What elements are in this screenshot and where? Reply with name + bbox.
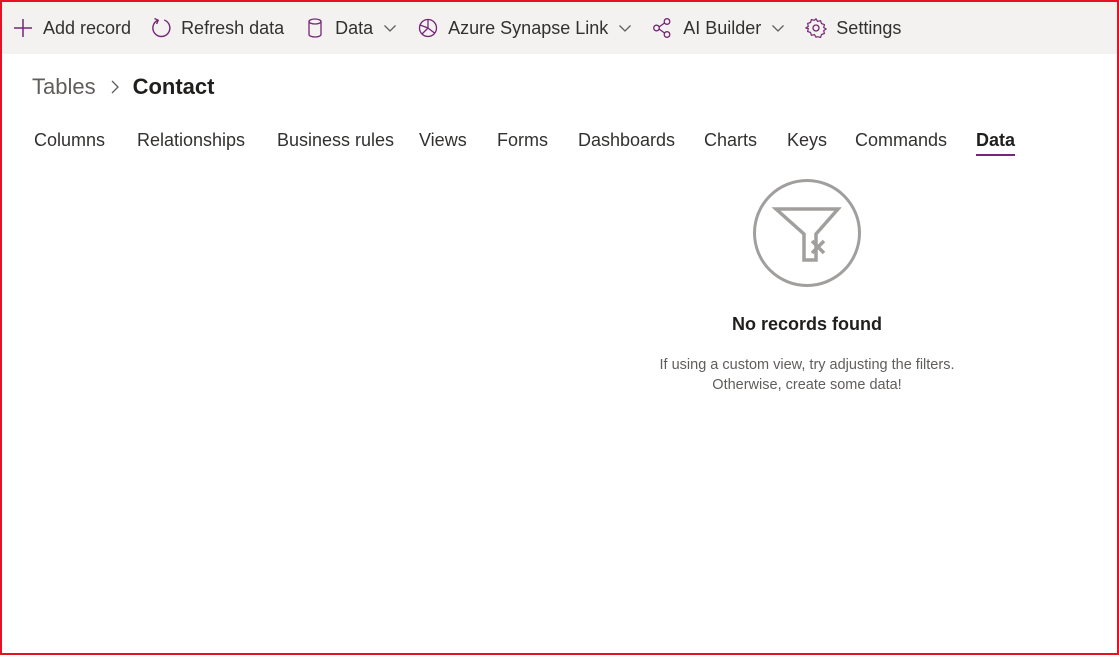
refresh-data-label: Refresh data [181, 17, 285, 38]
azure-synapse-link-label: Azure Synapse Link [448, 17, 609, 38]
data-menu-label: Data [335, 17, 374, 38]
database-icon [304, 17, 326, 39]
command-bar: Add record Refresh data Data Azure Synap… [2, 2, 1117, 54]
ai-builder-label: AI Builder [683, 17, 762, 38]
tab-dashboards[interactable]: Dashboards [578, 127, 675, 153]
tab-charts[interactable]: Charts [704, 127, 757, 153]
empty-state: No records found If using a custom view,… [607, 178, 1007, 395]
chevron-right-icon [109, 80, 121, 94]
add-record-label: Add record [43, 17, 132, 38]
empty-state-message: If using a custom view, try adjusting th… [607, 355, 1007, 395]
chevron-down-icon [383, 21, 397, 35]
tab-columns[interactable]: Columns [34, 127, 105, 153]
empty-state-line-2: Otherwise, create some data! [712, 377, 902, 393]
tab-views[interactable]: Views [419, 127, 467, 153]
active-tab-indicator [976, 154, 1016, 156]
tab-data[interactable]: Data [976, 127, 1016, 156]
page-title: Contact [132, 74, 215, 99]
tab-keys[interactable]: Keys [787, 127, 827, 153]
settings-button[interactable]: Settings [805, 2, 901, 54]
synapse-icon [417, 17, 439, 39]
tab-bar: Columns Relationships Business rules Vie… [0, 127, 1119, 161]
chevron-down-icon [771, 21, 785, 35]
ai-builder-icon [652, 17, 674, 39]
tab-relationships[interactable]: Relationships [137, 127, 245, 153]
tab-commands[interactable]: Commands [855, 127, 947, 153]
settings-label: Settings [836, 17, 902, 38]
tab-forms[interactable]: Forms [497, 127, 548, 153]
plus-icon [12, 17, 34, 39]
ai-builder-button[interactable]: AI Builder [652, 2, 785, 54]
breadcrumb-tables-link[interactable]: Tables [32, 74, 96, 100]
empty-state-title: No records found [731, 314, 882, 334]
refresh-icon [150, 17, 172, 39]
tab-business-rules[interactable]: Business rules [277, 127, 394, 153]
add-record-button[interactable]: Add record [12, 2, 131, 54]
filter-clear-icon [753, 179, 861, 287]
breadcrumb: Tables Contact [32, 72, 214, 102]
empty-state-line-1: If using a custom view, try adjusting th… [659, 357, 955, 373]
gear-icon [805, 17, 828, 39]
refresh-data-button[interactable]: Refresh data [150, 2, 284, 54]
azure-synapse-link-button[interactable]: Azure Synapse Link [417, 2, 632, 54]
data-menu-button[interactable]: Data [304, 2, 397, 54]
chevron-down-icon [618, 21, 632, 35]
tab-data-label: Data [976, 130, 1016, 150]
